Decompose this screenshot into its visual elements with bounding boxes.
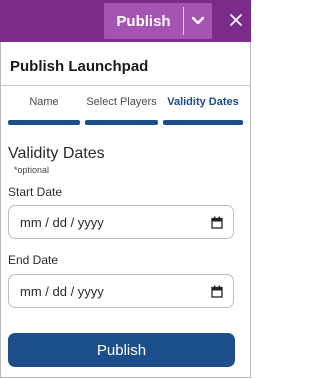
tab-select-players[interactable]: Select Players — [85, 96, 158, 108]
tab-progress-name — [8, 120, 80, 125]
publish-top-label[interactable]: Publish — [104, 13, 183, 30]
publish-button[interactable]: Publish — [8, 333, 235, 367]
start-date-label: Start Date — [8, 185, 63, 199]
end-date-label: End Date — [8, 253, 59, 267]
panel-title: Publish Launchpad — [10, 58, 149, 75]
publish-split-button[interactable]: Publish — [104, 3, 212, 39]
title-divider — [0, 85, 251, 86]
start-date-input[interactable]: mm / dd / yyyy — [8, 205, 234, 239]
tab-progress-select-players — [85, 120, 158, 125]
chevron-down-icon[interactable] — [184, 16, 212, 26]
section-title: Validity Dates — [8, 145, 105, 162]
close-icon[interactable] — [226, 10, 246, 30]
tab-progress-validity-dates — [163, 120, 243, 125]
optional-note: *optional — [14, 165, 50, 175]
calendar-icon[interactable] — [211, 216, 223, 229]
end-date-input[interactable]: mm / dd / yyyy — [8, 274, 234, 308]
start-date-placeholder: mm / dd / yyyy — [20, 214, 104, 230]
tab-validity-dates[interactable]: Validity Dates — [163, 96, 243, 108]
tab-name[interactable]: Name — [8, 96, 80, 108]
end-date-placeholder: mm / dd / yyyy — [20, 283, 104, 299]
top-bar: Publish — [0, 0, 251, 42]
calendar-icon[interactable] — [211, 285, 223, 298]
